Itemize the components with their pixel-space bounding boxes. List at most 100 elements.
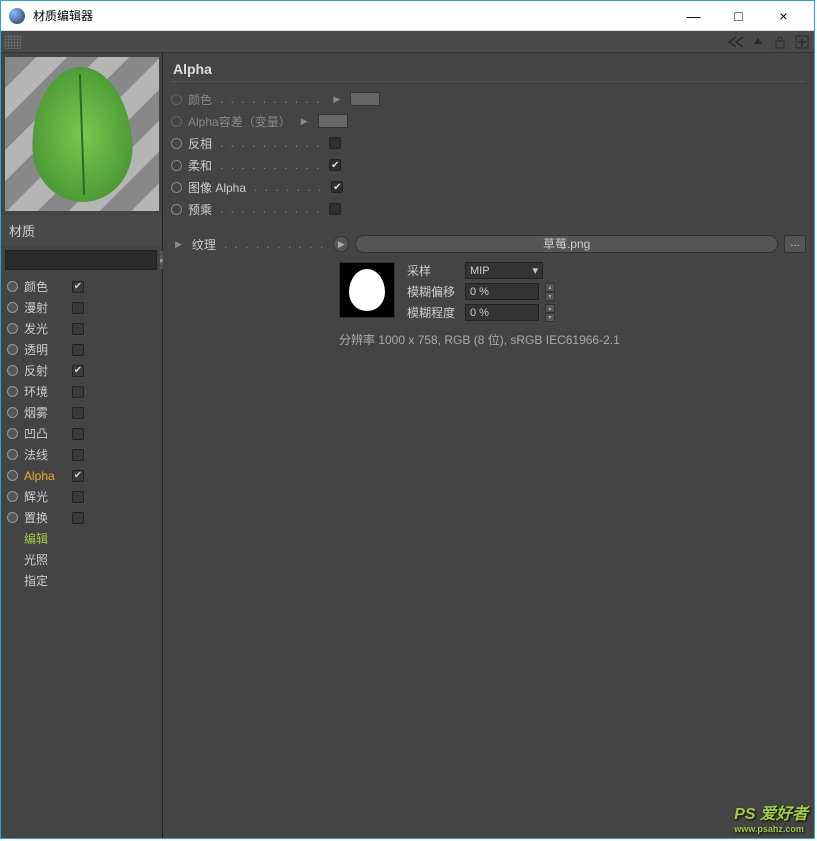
channel-label: 漫射 bbox=[24, 299, 66, 316]
blur-scale-label: 模糊程度 bbox=[407, 304, 459, 321]
color-swatch[interactable] bbox=[350, 92, 380, 106]
spin-down-button[interactable]: ▾ bbox=[545, 292, 555, 301]
channel-label: 辉光 bbox=[24, 488, 66, 505]
channel-checkbox[interactable] bbox=[72, 428, 84, 440]
channel-checkbox[interactable] bbox=[72, 449, 84, 461]
minimize-button[interactable]: — bbox=[671, 1, 716, 31]
channel-sub-label: 光照 bbox=[24, 551, 66, 568]
sampling-label: 采样 bbox=[407, 262, 459, 279]
nav-back-icon[interactable] bbox=[728, 34, 744, 50]
radio-icon bbox=[7, 302, 18, 313]
texture-file-button[interactable]: 草莓.png bbox=[355, 235, 778, 253]
channel-label: 凹凸 bbox=[24, 425, 66, 442]
channel-row[interactable]: Alpha ✔ bbox=[7, 465, 156, 486]
channel-row[interactable]: 法线 bbox=[7, 444, 156, 465]
channel-row[interactable]: 漫射 bbox=[7, 297, 156, 318]
radio-icon bbox=[171, 94, 182, 105]
channel-sub-row[interactable]: 光照 bbox=[7, 549, 156, 570]
channel-label: Alpha bbox=[24, 469, 66, 483]
blur-offset-label: 模糊偏移 bbox=[407, 283, 459, 300]
channel-row[interactable]: 反射 ✔ bbox=[7, 360, 156, 381]
texture-picker-button[interactable]: ▶ bbox=[333, 236, 349, 252]
channel-checkbox[interactable]: ✔ bbox=[72, 365, 84, 377]
channel-row[interactable]: 透明 bbox=[7, 339, 156, 360]
channel-checkbox[interactable] bbox=[72, 491, 84, 503]
panel-title: Alpha bbox=[171, 55, 806, 82]
radio-icon bbox=[7, 344, 18, 355]
channel-row[interactable]: 凹凸 bbox=[7, 423, 156, 444]
channel-checkbox[interactable] bbox=[72, 386, 84, 398]
invert-label: 反相 bbox=[188, 135, 212, 152]
radio-icon bbox=[7, 365, 18, 376]
channel-checkbox[interactable] bbox=[72, 407, 84, 419]
close-button[interactable]: × bbox=[761, 1, 806, 31]
tolerance-label: Alpha容差（变量） bbox=[188, 113, 291, 130]
soft-label: 柔和 bbox=[188, 157, 212, 174]
soft-checkbox[interactable]: ✔ bbox=[329, 159, 341, 171]
channel-label: 发光 bbox=[24, 320, 66, 337]
channel-sub-row[interactable]: 指定 bbox=[7, 570, 156, 591]
search-input[interactable] bbox=[5, 250, 157, 270]
spin-up-button[interactable]: ▴ bbox=[545, 304, 555, 313]
add-icon[interactable] bbox=[794, 34, 810, 50]
premul-label: 预乘 bbox=[188, 201, 212, 218]
material-preview[interactable] bbox=[5, 57, 159, 211]
channel-checkbox[interactable] bbox=[72, 323, 84, 335]
chevron-down-icon: ▾ bbox=[532, 264, 538, 277]
channel-checkbox[interactable]: ✔ bbox=[72, 470, 84, 482]
blur-offset-input[interactable]: 0 % bbox=[465, 283, 539, 300]
premul-checkbox[interactable] bbox=[329, 203, 341, 215]
radio-icon bbox=[171, 160, 182, 171]
expand-icon[interactable]: ▶ bbox=[175, 239, 182, 250]
channel-checkbox[interactable]: ✔ bbox=[72, 281, 84, 293]
channel-row[interactable]: 颜色✔ bbox=[7, 276, 156, 297]
radio-icon bbox=[7, 491, 18, 502]
channel-label: 烟雾 bbox=[24, 404, 66, 421]
arrow-icon: ▶ bbox=[333, 94, 340, 105]
channel-label: 法线 bbox=[24, 446, 66, 463]
app-icon bbox=[9, 8, 25, 24]
color-label: 颜色 bbox=[188, 91, 212, 108]
channel-row[interactable]: 烟雾 bbox=[7, 402, 156, 423]
channel-row[interactable]: 辉光 bbox=[7, 486, 156, 507]
radio-icon bbox=[7, 512, 18, 523]
invert-checkbox[interactable] bbox=[329, 137, 341, 149]
lock-icon[interactable] bbox=[772, 34, 788, 50]
radio-icon bbox=[7, 407, 18, 418]
window-title: 材质编辑器 bbox=[33, 7, 671, 24]
spin-up-button[interactable]: ▴ bbox=[545, 283, 555, 292]
radio-icon bbox=[7, 281, 18, 292]
toolbar bbox=[1, 31, 814, 53]
channel-row[interactable]: 发光 bbox=[7, 318, 156, 339]
channel-sub-row[interactable]: 编辑 bbox=[7, 528, 156, 549]
radio-icon bbox=[7, 470, 18, 481]
browse-button[interactable]: ... bbox=[784, 235, 806, 253]
channel-row[interactable]: 环境 bbox=[7, 381, 156, 402]
texture-label: 纹理 bbox=[192, 236, 216, 253]
channel-row[interactable]: 置换 bbox=[7, 507, 156, 528]
image-alpha-checkbox[interactable]: ✔ bbox=[331, 181, 343, 193]
spin-down-button[interactable]: ▾ bbox=[545, 313, 555, 322]
radio-icon bbox=[7, 449, 18, 460]
nav-up-icon[interactable] bbox=[750, 34, 766, 50]
maximize-button[interactable]: □ bbox=[716, 1, 761, 31]
sampling-dropdown[interactable]: MIP▾ bbox=[465, 262, 543, 279]
alpha-shape-icon bbox=[349, 269, 385, 311]
material-label: 材质 bbox=[1, 215, 162, 246]
channel-label: 反射 bbox=[24, 362, 66, 379]
resolution-text: 分辨率 1000 x 758, RGB (8 位), sRGB IEC61966… bbox=[171, 331, 806, 348]
channel-label: 环境 bbox=[24, 383, 66, 400]
radio-icon bbox=[7, 323, 18, 334]
image-alpha-label: 图像 Alpha bbox=[188, 179, 246, 196]
channel-checkbox[interactable] bbox=[72, 302, 84, 314]
titlebar: 材质编辑器 — □ × bbox=[1, 1, 814, 31]
blur-scale-input[interactable]: 0 % bbox=[465, 304, 539, 321]
channel-sub-label: 编辑 bbox=[24, 530, 66, 547]
tolerance-swatch[interactable] bbox=[318, 114, 348, 128]
right-panel: Alpha 颜色 . . . . . . . . . . ▶ Alpha容差（变… bbox=[163, 53, 814, 838]
texture-thumbnail[interactable] bbox=[339, 262, 395, 318]
radio-icon bbox=[7, 386, 18, 397]
channel-checkbox[interactable] bbox=[72, 512, 84, 524]
watermark: PS 爱好者 www.psahz.com bbox=[734, 800, 808, 834]
channel-checkbox[interactable] bbox=[72, 344, 84, 356]
